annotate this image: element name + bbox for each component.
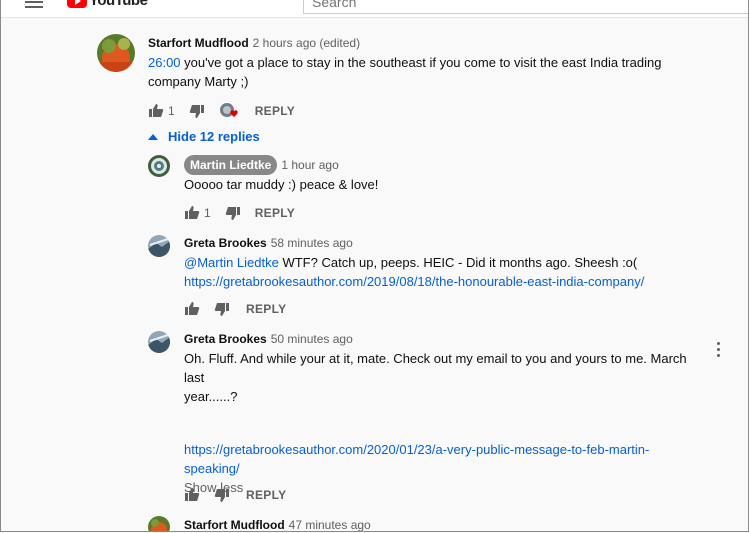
creator-heart-icon	[219, 103, 238, 117]
reply-time[interactable]: 1 hour ago	[281, 158, 338, 172]
reply-comment: Martin Liedtke 1 hour ago Ooooo tar muddy…	[184, 155, 704, 194]
avatar[interactable]	[97, 34, 135, 72]
dislike-icon[interactable]	[214, 487, 230, 503]
reply-text-line: Oh. Fluff. And while your at it, mate. C…	[184, 351, 687, 385]
hide-replies-button[interactable]: Hide 12 replies	[148, 129, 260, 144]
avatar[interactable]	[148, 516, 170, 531]
reply-actions: REPLY	[184, 487, 286, 503]
like-icon[interactable]	[184, 301, 200, 317]
comment: Starfort Mudflood 2 hours ago (edited) 26…	[148, 35, 708, 91]
reply-author[interactable]: Greta Brookes	[184, 236, 267, 250]
like-count: 1	[168, 104, 175, 118]
avatar[interactable]	[148, 155, 170, 177]
play-logo-icon	[67, 0, 87, 8]
reply-author: Martin Liedtke	[190, 158, 272, 172]
reply-author[interactable]: Greta Brookes	[184, 332, 267, 346]
chevron-up-icon	[148, 133, 158, 140]
top-bar: YouTube	[1, 0, 748, 18]
reply-time[interactable]: 50 minutes ago	[271, 332, 353, 346]
reply-text-line: year......?	[184, 389, 238, 404]
reply-button[interactable]: REPLY	[255, 206, 295, 220]
more-actions-icon[interactable]	[717, 342, 721, 360]
reply-comment: Starfort Mudflood 47 minutes ago	[184, 517, 704, 531]
reply-url-link[interactable]: https://gretabrookesauthor.com/2019/08/1…	[184, 274, 644, 289]
reply-time[interactable]: 47 minutes ago	[289, 518, 371, 531]
logo-text: YouTube	[89, 0, 148, 9]
youtube-logo[interactable]: YouTube	[67, 0, 148, 9]
reply-url-link-continued[interactable]: speaking/	[184, 461, 240, 476]
comments-panel: YouTube Starfort Mudflood 2 hours ago (ed…	[0, 0, 749, 532]
search-input[interactable]	[312, 0, 748, 12]
reply-body: WTF? Catch up, peeps. HEIC - Did it mont…	[278, 255, 638, 270]
like-icon[interactable]	[184, 487, 200, 503]
reply-text: @Martin Liedtke WTF? Catch up, peeps. HE…	[184, 253, 704, 272]
reply-actions: REPLY	[184, 301, 286, 317]
avatar-image	[148, 331, 170, 353]
comment-body: you've got a place to stay in the southe…	[148, 55, 662, 89]
reply-comment: Greta Brookes 50 minutes ago Oh. Fluff. A…	[184, 331, 704, 497]
reply-time[interactable]: 58 minutes ago	[271, 236, 353, 250]
like-icon[interactable]	[148, 103, 164, 119]
avatar-image	[97, 34, 135, 72]
reply-actions: 1 REPLY	[184, 205, 295, 221]
reply-url-link[interactable]: https://gretabrookesauthor.com/2020/01/2…	[184, 442, 649, 457]
reply-button[interactable]: REPLY	[246, 488, 286, 502]
avatar[interactable]	[148, 331, 170, 353]
reply-button[interactable]: REPLY	[246, 302, 286, 316]
like-icon[interactable]	[184, 205, 200, 221]
reply-text: Ooooo tar muddy :) peace & love!	[184, 177, 379, 192]
mention-link[interactable]: @Martin Liedtke	[184, 255, 279, 270]
hide-replies-label: Hide 12 replies	[168, 129, 260, 144]
menu-icon[interactable]	[25, 0, 43, 8]
comment-time[interactable]: 2 hours ago (edited)	[253, 36, 360, 50]
avatar[interactable]	[148, 235, 170, 257]
reply-author[interactable]: Starfort Mudflood	[184, 518, 285, 531]
avatar-image	[148, 155, 170, 177]
avatar-image	[148, 516, 170, 531]
reply-comment: Greta Brookes 58 minutes ago @Martin Lied…	[184, 235, 704, 291]
avatar-image	[148, 235, 170, 257]
search-box[interactable]	[303, 0, 748, 14]
reply-button[interactable]: REPLY	[255, 104, 295, 118]
dislike-icon[interactable]	[189, 103, 205, 119]
channel-owner-badge[interactable]: Martin Liedtke	[184, 155, 278, 175]
dislike-icon[interactable]	[225, 205, 241, 221]
timestamp-link[interactable]: 26:00	[148, 55, 181, 70]
comment-author[interactable]: Starfort Mudflood	[148, 36, 249, 50]
like-count: 1	[204, 206, 211, 220]
comment-actions: 1 REPLY	[148, 102, 295, 120]
comment-text: 26:00 you've got a place to stay in the …	[148, 53, 668, 91]
dislike-icon[interactable]	[214, 301, 230, 317]
